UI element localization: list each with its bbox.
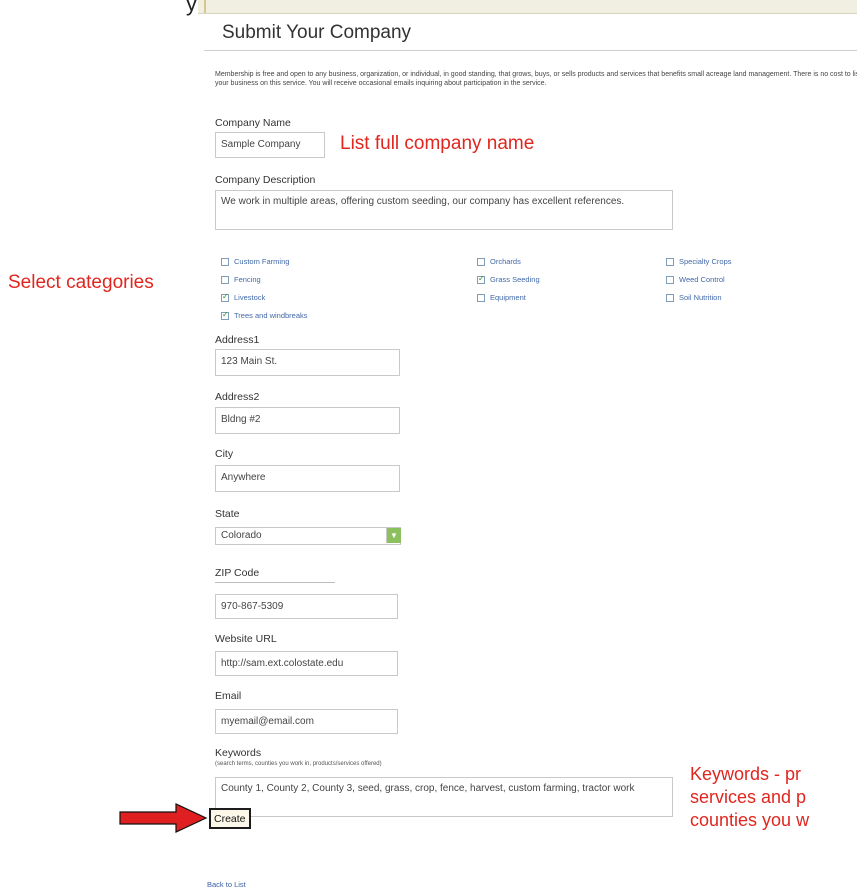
header-strip bbox=[198, 0, 857, 14]
category-orchards[interactable]: Orchards bbox=[477, 256, 521, 267]
title-divider bbox=[204, 50, 857, 51]
email-input[interactable]: myemail@email.com bbox=[215, 709, 398, 734]
clipped-label-remnant bbox=[215, 582, 335, 583]
keywords-label: Keywords bbox=[215, 747, 262, 759]
category-grass-seeding[interactable]: Grass Seeding bbox=[477, 274, 540, 285]
checkbox-icon[interactable] bbox=[666, 257, 674, 266]
category-trees-and-windbreaks[interactable]: Trees and windbreaks bbox=[221, 310, 308, 321]
category-custom-farming[interactable]: Custom Farming bbox=[221, 256, 289, 267]
checkbox-icon[interactable] bbox=[666, 293, 674, 302]
address2-input[interactable]: Bldng #2 bbox=[215, 407, 400, 434]
address1-input[interactable]: 123 Main St. bbox=[215, 349, 400, 376]
keywords-annotation: Keywords - pr services and p counties yo… bbox=[690, 764, 810, 830]
checkbox-icon[interactable] bbox=[221, 275, 229, 284]
keywords-textarea[interactable]: County 1, County 2, County 3, seed, gras… bbox=[215, 777, 673, 817]
city-input[interactable]: Anywhere bbox=[215, 465, 400, 492]
intro-text: Membership is free and open to any busin… bbox=[215, 71, 857, 87]
arrow-right-icon bbox=[119, 803, 208, 833]
company-name-input[interactable]: Sample Company bbox=[215, 132, 325, 158]
create-button[interactable]: Create bbox=[209, 808, 251, 829]
company-description-textarea[interactable]: We work in multiple areas, offering cust… bbox=[215, 190, 673, 230]
page-title: Submit Your Company bbox=[222, 22, 412, 43]
category-weed-control[interactable]: Weed Control bbox=[666, 274, 725, 285]
category-specialty-crops[interactable]: Specialty Crops bbox=[666, 256, 732, 267]
back-to-list-link[interactable]: Back to List bbox=[207, 880, 246, 889]
state-select[interactable]: Colorado bbox=[215, 527, 401, 545]
address2-label: Address2 bbox=[215, 391, 260, 403]
website-input[interactable]: http://sam.ext.colostate.edu bbox=[215, 651, 398, 676]
category-livestock[interactable]: Livestock bbox=[221, 292, 265, 303]
header-accent bbox=[204, 0, 206, 13]
company-name-label: Company Name bbox=[215, 117, 291, 129]
checkbox-checked-icon[interactable] bbox=[221, 310, 229, 320]
state-label: State bbox=[215, 508, 240, 520]
checkbox-icon[interactable] bbox=[477, 257, 485, 266]
zip-input[interactable]: 970-867-5309 bbox=[215, 594, 398, 619]
address1-label: Address1 bbox=[215, 334, 260, 346]
website-label: Website URL bbox=[215, 633, 277, 645]
checkbox-icon[interactable] bbox=[477, 293, 485, 302]
checkbox-icon[interactable] bbox=[221, 257, 229, 266]
checkbox-checked-icon[interactable] bbox=[221, 292, 229, 302]
clipped-heading-text: y bbox=[186, 0, 197, 16]
zip-label: ZIP Code bbox=[215, 567, 260, 579]
checkbox-checked-icon[interactable] bbox=[477, 274, 485, 284]
category-equipment[interactable]: Equipment bbox=[477, 292, 526, 303]
categories-annotation: Select categories bbox=[8, 272, 154, 293]
company-description-label: Company Description bbox=[215, 174, 316, 186]
category-soil-nutrition[interactable]: Soil Nutrition bbox=[666, 292, 722, 303]
company-name-annotation: List full company name bbox=[340, 133, 535, 154]
checkbox-icon[interactable] bbox=[666, 275, 674, 284]
chevron-down-icon[interactable]: ▼ bbox=[386, 528, 401, 543]
email-label: Email bbox=[215, 690, 242, 702]
keywords-hint: (search terms, counties you work in, pro… bbox=[215, 761, 382, 767]
category-fencing[interactable]: Fencing bbox=[221, 274, 261, 285]
city-label: City bbox=[215, 448, 234, 460]
